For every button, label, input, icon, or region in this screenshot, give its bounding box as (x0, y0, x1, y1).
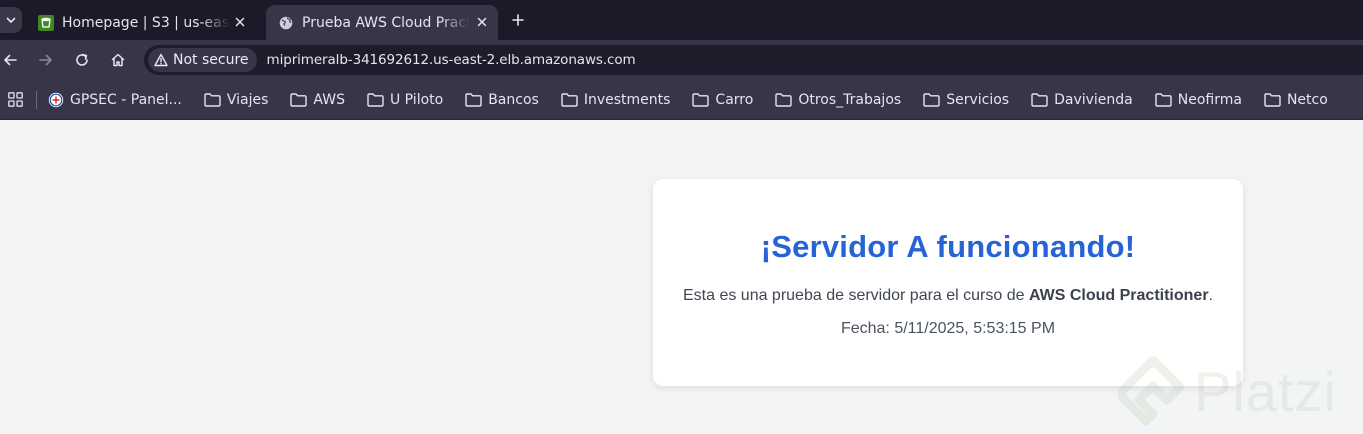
tab-s3-homepage[interactable]: Homepage | S3 | us-east-2 (26, 5, 260, 40)
platzi-watermark: Platzi (1118, 351, 1337, 431)
site-favicon (48, 92, 64, 107)
bookmarks-bar: GPSEC - Panel... Viajes AWS U Piloto Ban… (0, 80, 1363, 120)
apps-grid-icon[interactable] (7, 92, 23, 108)
bookmark-label: Davivienda (1054, 91, 1133, 108)
folder-icon (1264, 92, 1281, 107)
bookmark-folder-neofirma[interactable]: Neofirma (1155, 92, 1242, 108)
home-button[interactable] (108, 50, 128, 70)
folder-icon (1155, 92, 1172, 107)
bookmark-folder-u-piloto[interactable]: U Piloto (367, 92, 443, 108)
bookmark-label: Netco (1286, 91, 1328, 108)
folder-icon (367, 92, 384, 107)
bookmark-label: Otros_Trabajos (798, 91, 902, 108)
bookmark-folder-viajes[interactable]: Viajes (204, 91, 269, 108)
home-icon (111, 53, 125, 67)
plus-icon (512, 14, 524, 26)
tab-title: Prueba AWS Cloud Practitioner (302, 14, 470, 31)
bookmark-folder-carro[interactable]: Carro (692, 92, 753, 108)
watermark-text: Platzi (1194, 359, 1337, 423)
bookmark-folder-otros-trabajos[interactable]: Otros_Trabajos (775, 92, 901, 108)
folder-icon (692, 92, 710, 107)
course-name: AWS Cloud Practitioner (1028, 287, 1209, 304)
bookmark-label: Viajes (226, 91, 269, 108)
arrow-right-icon (39, 54, 52, 66)
back-button[interactable] (0, 50, 20, 70)
folder-icon (923, 92, 940, 107)
security-indicator[interactable]: Not secure (148, 48, 257, 72)
platzi-logo-icon (1118, 356, 1185, 426)
tab-strip: Homepage | S3 | us-east-2 Prueba AWS Clo… (0, 0, 1363, 40)
reload-icon (76, 53, 88, 66)
bookmark-folder-davivienda[interactable]: Davivienda (1031, 92, 1133, 108)
close-tab-icon[interactable] (474, 14, 490, 30)
bookmark-label: Servicios (946, 91, 1010, 108)
arrow-left-icon (4, 54, 17, 66)
date-text: Fecha: 5/11/2025, 5:53:15 PM (840, 320, 1056, 337)
bookmark-gpsec[interactable]: GPSEC - Panel... (48, 92, 182, 108)
s3-bucket-icon (38, 14, 54, 31)
description-text: Esta es una prueba de servidor para el c… (653, 287, 1243, 305)
folder-icon (465, 92, 482, 107)
bookmark-folder-servicios[interactable]: Servicios (923, 92, 1009, 108)
bookmark-folder-netco[interactable]: Netco (1264, 92, 1328, 108)
folder-icon (775, 92, 793, 107)
forward-button[interactable] (36, 50, 56, 70)
bookmark-label: AWS (313, 91, 345, 108)
bookmark-folder-aws[interactable]: AWS (290, 92, 345, 108)
bookmark-folder-bancos[interactable]: Bancos (465, 92, 539, 108)
close-tab-icon[interactable] (232, 14, 248, 30)
description-suffix: . (1208, 287, 1213, 304)
folder-icon (561, 92, 578, 107)
browser-toolbar: Not secure miprimeralb-341692612.us-east… (0, 40, 1363, 80)
page-viewport: ¡Servidor A funcionando! Esta es una pru… (0, 121, 1363, 434)
bookmark-label: Investments (583, 91, 671, 108)
bookmarks-separator (36, 90, 37, 109)
folder-icon (290, 92, 308, 107)
bookmark-label: Neofirma (1177, 91, 1242, 108)
new-tab-button[interactable] (507, 9, 529, 31)
address-bar[interactable]: Not secure miprimeralb-341692612.us-east… (144, 45, 1363, 75)
chevron-down-icon (6, 17, 16, 23)
reload-button[interactable] (72, 50, 92, 70)
description-prefix: Esta es una prueba de servidor para el c… (682, 287, 1029, 304)
tab-search-button[interactable] (0, 7, 22, 33)
tab-prueba-aws[interactable]: Prueba AWS Cloud Practitioner (266, 5, 498, 40)
globe-icon (278, 15, 294, 31)
bookmark-label: Carro (715, 91, 754, 108)
folder-icon (1031, 92, 1048, 107)
folder-icon (204, 92, 221, 107)
security-label: Not secure (173, 52, 249, 68)
url-text[interactable]: miprimeralb-341692612.us-east-2.elb.amaz… (267, 52, 636, 68)
warning-icon (154, 53, 168, 67)
tab-title: Homepage | S3 | us-east-2 (62, 14, 230, 31)
bookmark-label: U Piloto (389, 91, 444, 108)
bookmark-folder-investments[interactable]: Investments (561, 91, 671, 108)
bookmark-label: GPSEC - Panel... (70, 91, 182, 108)
bookmark-label: Bancos (488, 91, 539, 108)
page-title: ¡Servidor A funcionando! (760, 229, 1136, 264)
